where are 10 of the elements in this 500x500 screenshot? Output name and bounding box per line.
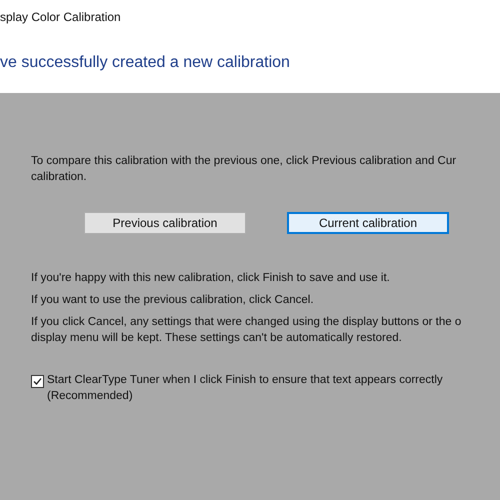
- cleartype-checkbox[interactable]: [31, 375, 44, 388]
- calibration-button[interactable]: Previous calibration: [84, 212, 246, 234]
- instruction-text: If you're happy with this new calibration, click Finish to save and use it.: [31, 271, 391, 286]
- page-heading: ve successfully created a new calibration: [0, 54, 291, 72]
- calibration-button[interactable]: Current calibration: [287, 212, 449, 234]
- instruction-text: If you want to use the previous calibration, click Cancel.: [31, 293, 315, 308]
- instruction-text: If you click Cancel, any settings that were changed using the display buttons or the o display menu will be kept. These settings can't be automatically restored.: [31, 315, 462, 346]
- checkbox-label: Start ClearType Tuner when I click Finish to ensure that text appears correctly (Recommended): [47, 373, 443, 404]
- intro-text: To compare this calibration with the previous one, click Previous calibration and Cur calibration.: [31, 154, 458, 185]
- window-title: splay Color Calibration: [0, 10, 122, 24]
